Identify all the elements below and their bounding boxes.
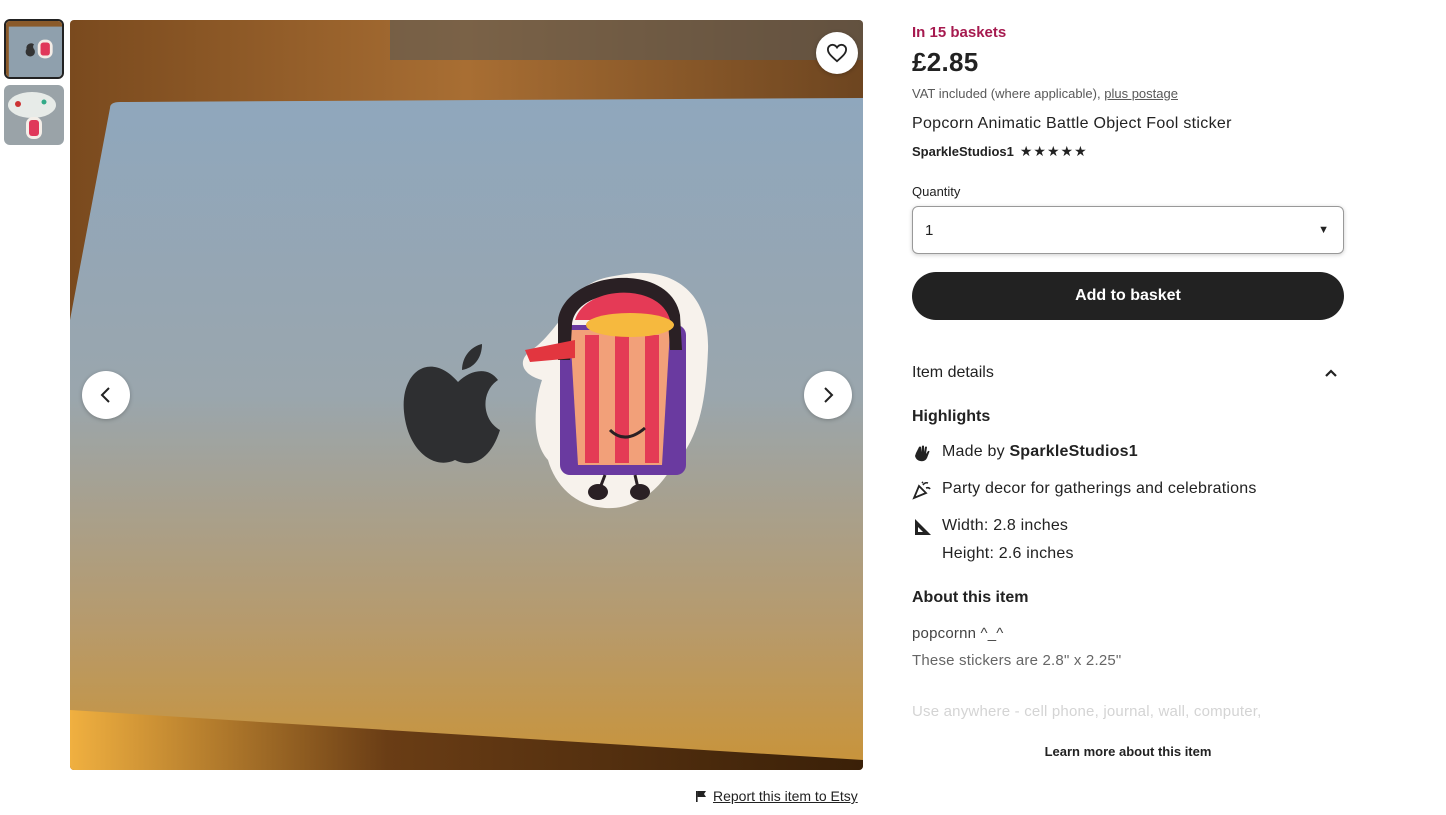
add-to-basket-button[interactable]: Add to basket bbox=[912, 272, 1344, 320]
thumbnail-image bbox=[6, 21, 62, 77]
baskets-count: In 15 baskets bbox=[912, 24, 1007, 41]
set-square-icon bbox=[912, 517, 932, 537]
highlight-dimensions: Width: 2.8 inches bbox=[912, 517, 1344, 537]
thumbnail-laptop-sticker[interactable] bbox=[4, 19, 64, 79]
seller-name-link[interactable]: SparkleStudios1 bbox=[912, 144, 1014, 159]
about-line-3: Use anywhere - cell phone, journal, wall… bbox=[912, 703, 1262, 720]
about-line-1: popcornn ^_^ bbox=[912, 625, 1004, 642]
item-details-heading: Item details bbox=[912, 364, 994, 381]
about-line-2: These stickers are 2.8" x 2.25" bbox=[912, 652, 1122, 669]
main-product-image bbox=[70, 20, 863, 770]
caret-down-icon: ▼ bbox=[1318, 224, 1329, 236]
highlight-width: Width: 2.8 inches bbox=[942, 517, 1069, 534]
next-image-button[interactable] bbox=[804, 371, 852, 419]
vat-text: VAT included (where applicable), bbox=[912, 86, 1101, 101]
chevron-right-icon bbox=[824, 387, 834, 403]
highlights-heading: Highlights bbox=[912, 408, 991, 425]
hand-wave-icon bbox=[912, 443, 932, 463]
quantity-label: Quantity bbox=[912, 184, 961, 199]
report-item: Report this item to Etsy bbox=[695, 788, 858, 804]
about-heading: About this item bbox=[912, 589, 1029, 606]
thumbnail-list bbox=[4, 19, 64, 151]
report-item-link[interactable]: Report this item to Etsy bbox=[713, 788, 858, 804]
postage-link[interactable]: plus postage bbox=[1104, 86, 1178, 101]
party-popper-icon bbox=[912, 480, 932, 500]
highlight-made-by: Made by SparkleStudios1 bbox=[912, 443, 1344, 463]
quantity-select[interactable]: 1 ▼ bbox=[912, 206, 1344, 254]
previous-image-button[interactable] bbox=[82, 371, 130, 419]
thumbnail-controller-sticker[interactable] bbox=[4, 85, 64, 145]
highlight-party: Party decor for gatherings and celebrati… bbox=[912, 480, 1344, 500]
highlight-party-text: Party decor for gatherings and celebrati… bbox=[942, 480, 1257, 497]
thumbnail-image bbox=[4, 85, 64, 145]
seller-row: SparkleStudios1 ★★★★★ bbox=[912, 143, 1344, 160]
product-photo bbox=[70, 20, 863, 770]
item-details-toggle[interactable]: Item details bbox=[912, 364, 1344, 382]
favorite-button[interactable] bbox=[816, 32, 858, 74]
rating-stars: ★★★★★ bbox=[1019, 143, 1088, 159]
made-by-prefix: Made by bbox=[942, 443, 1005, 460]
made-by-seller-link[interactable]: SparkleStudios1 bbox=[1009, 443, 1137, 460]
quantity-value: 1 bbox=[925, 221, 934, 239]
learn-more-button[interactable]: Learn more about this item bbox=[912, 744, 1344, 759]
vat-note: VAT included (where applicable), plus po… bbox=[912, 86, 1344, 101]
highlight-height: Height: 2.6 inches bbox=[942, 545, 1074, 562]
product-price: £2.85 bbox=[912, 47, 979, 77]
chevron-up-icon bbox=[1325, 369, 1337, 377]
chevron-left-icon bbox=[100, 387, 110, 403]
product-title: Popcorn Animatic Battle Object Fool stic… bbox=[912, 115, 1232, 132]
flag-icon bbox=[696, 791, 706, 802]
heart-icon bbox=[826, 43, 848, 63]
product-info-panel: In 15 baskets £2.85 VAT included (where … bbox=[912, 24, 1344, 759]
